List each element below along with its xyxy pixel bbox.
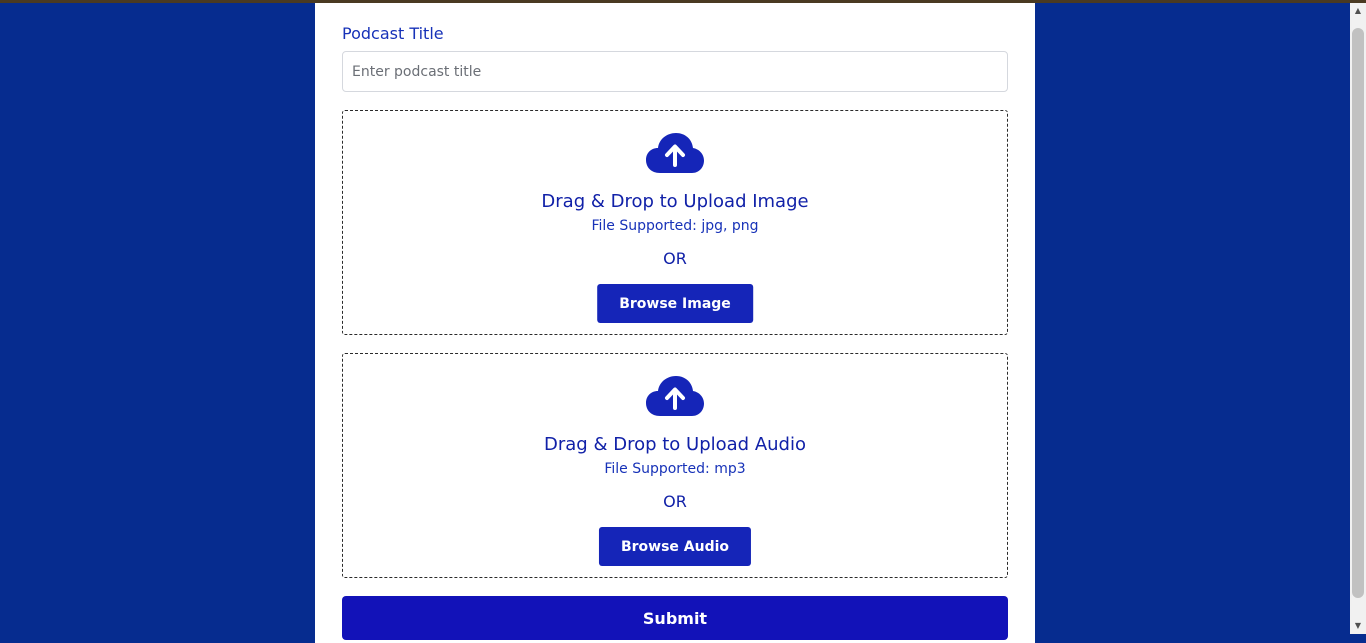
page-background: Podcast Title Drag & Drop to Upload Imag… bbox=[0, 3, 1350, 643]
image-or-separator: OR bbox=[663, 249, 687, 268]
podcast-title-label: Podcast Title bbox=[342, 24, 444, 43]
audio-supported-formats: File Supported: mp3 bbox=[604, 461, 746, 477]
scroll-down-arrow-icon[interactable]: ▼ bbox=[1350, 618, 1366, 634]
upload-form-card: Podcast Title Drag & Drop to Upload Imag… bbox=[315, 3, 1035, 643]
cloud-upload-icon bbox=[646, 133, 704, 173]
scroll-up-arrow-icon[interactable]: ▲ bbox=[1350, 3, 1366, 19]
browse-audio-button[interactable]: Browse Audio bbox=[598, 527, 752, 566]
browse-image-button[interactable]: Browse Image bbox=[597, 284, 753, 323]
audio-dropzone[interactable]: Drag & Drop to Upload Audio File Support… bbox=[342, 353, 1008, 578]
image-dropzone[interactable]: Drag & Drop to Upload Image File Support… bbox=[342, 110, 1008, 335]
vertical-scrollbar[interactable]: ▲ ▼ bbox=[1350, 3, 1366, 634]
scrollbar-thumb[interactable] bbox=[1352, 28, 1364, 598]
submit-button[interactable]: Submit bbox=[342, 596, 1008, 640]
audio-dropzone-title: Drag & Drop to Upload Audio bbox=[544, 434, 806, 455]
podcast-title-input[interactable] bbox=[342, 51, 1008, 92]
audio-or-separator: OR bbox=[663, 492, 687, 511]
cloud-upload-icon bbox=[646, 376, 704, 416]
image-dropzone-title: Drag & Drop to Upload Image bbox=[541, 191, 809, 212]
image-supported-formats: File Supported: jpg, png bbox=[591, 218, 759, 234]
